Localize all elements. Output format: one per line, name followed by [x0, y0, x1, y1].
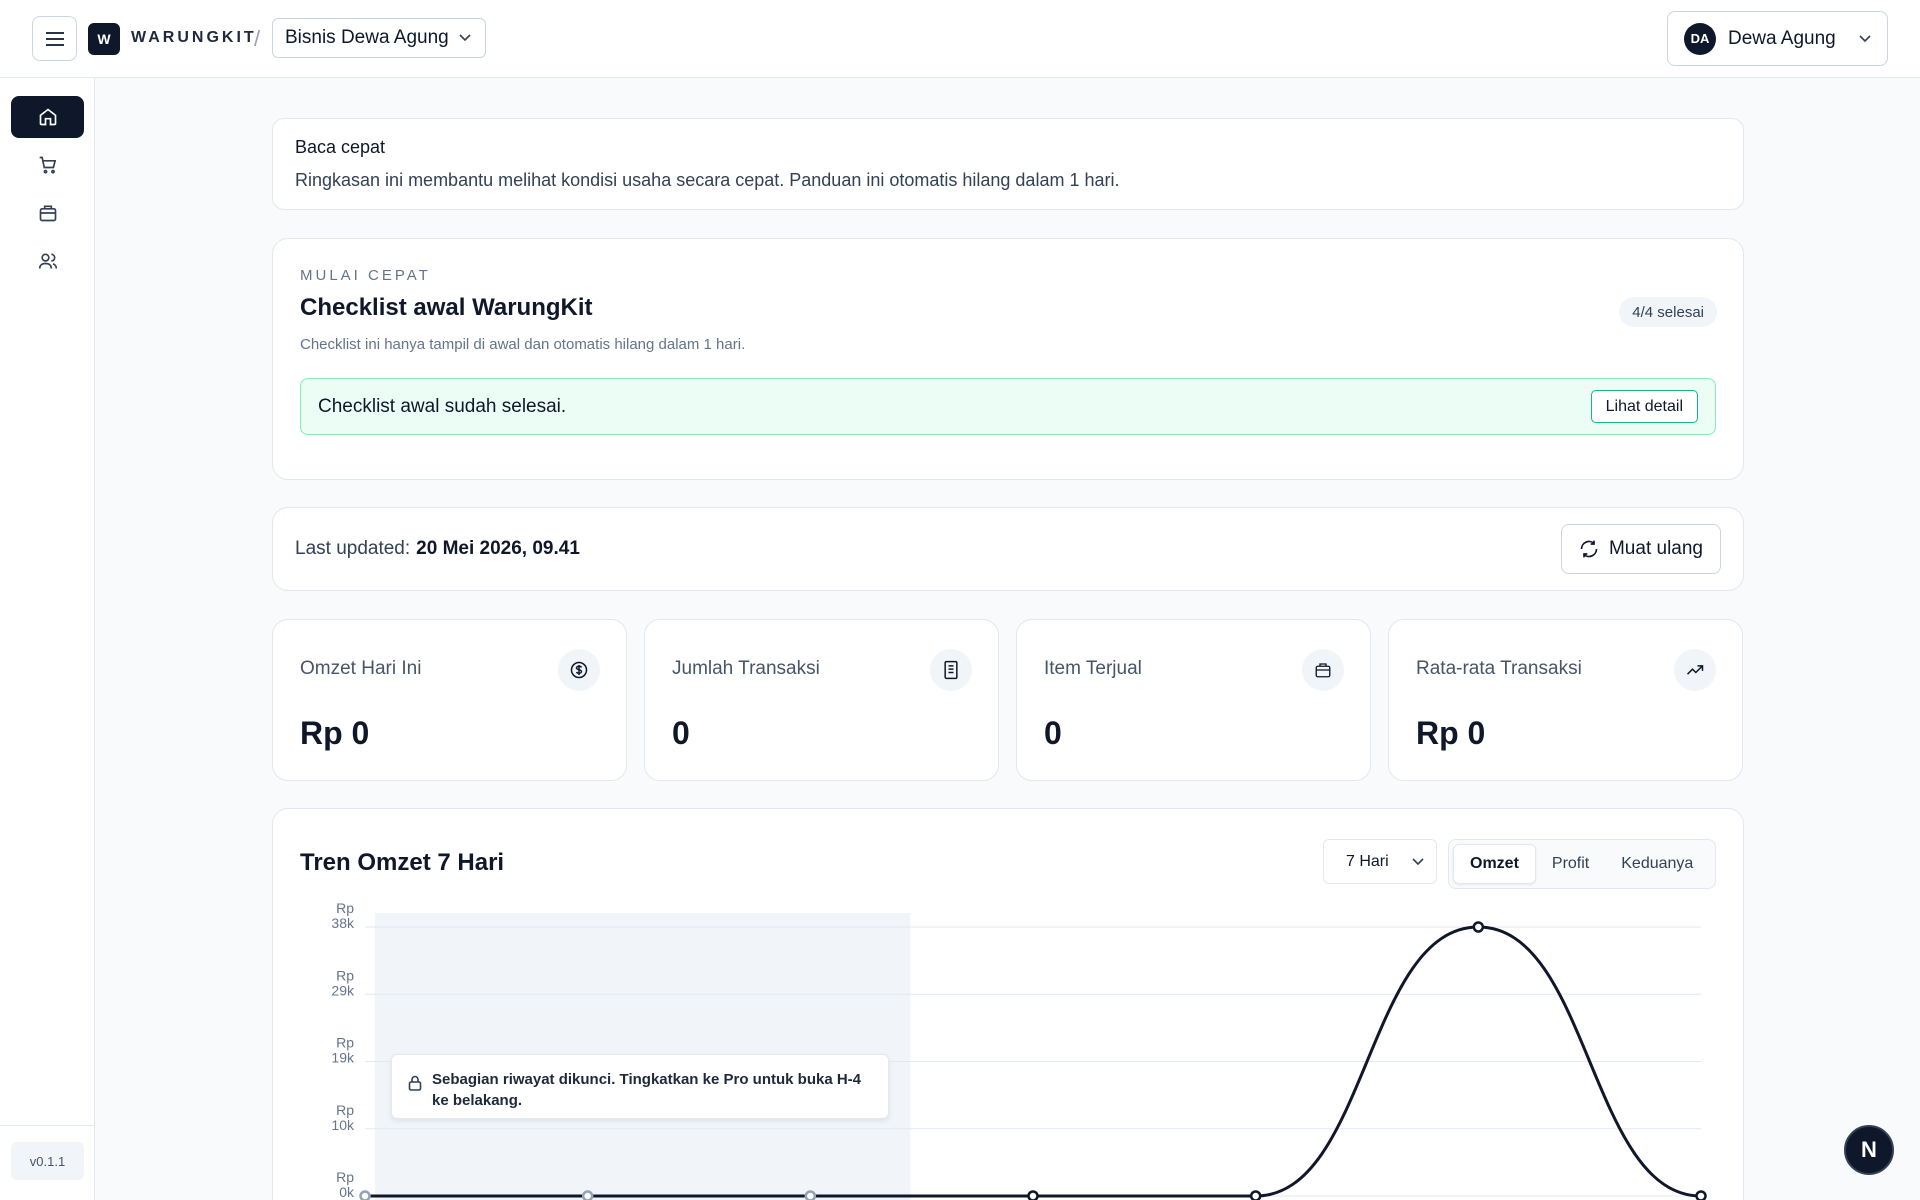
- checklist-title: Checklist awal WarungKit: [300, 294, 593, 321]
- stat-icon-wrap: [1674, 649, 1716, 691]
- stat-icon-wrap: [930, 649, 972, 691]
- data-point: [1472, 921, 1485, 933]
- checklist-progress-badge: 4/4 selesai: [1619, 297, 1717, 327]
- stat-label: Rata-rata Transaksi: [1416, 658, 1582, 679]
- last-updated-value: 20 Mei 2026, 09.41: [416, 538, 580, 559]
- dev-tools-badge[interactable]: N: [1844, 1125, 1894, 1175]
- breadcrumb-separator: /: [254, 26, 261, 51]
- version-badge: v0.1.1: [11, 1142, 84, 1180]
- view-detail-button[interactable]: Lihat detail: [1590, 390, 1698, 423]
- stat-label: Item Terjual: [1044, 658, 1142, 679]
- data-point: [1249, 1190, 1262, 1200]
- home-icon: [39, 108, 56, 126]
- checklist-subtitle: Checklist ini hanya tampil di awal dan o…: [300, 336, 746, 353]
- checklist-card: MULAI CEPAT Checklist awal WarungKit Che…: [272, 238, 1744, 480]
- sidebar-item-sales[interactable]: [11, 144, 84, 186]
- toggle-profit[interactable]: Profit: [1536, 844, 1605, 884]
- stat-card-transactions: Jumlah Transaksi 0: [644, 619, 999, 781]
- brand-logo[interactable]: W: [88, 23, 120, 55]
- data-point: [581, 1190, 594, 1200]
- data-point: [359, 1190, 371, 1200]
- stat-value: 0: [672, 715, 690, 751]
- locked-history-text: Sebagian riwayat dikunci. Tingkatkan ke …: [432, 1071, 862, 1109]
- y-tick-label: Rp 19k: [331, 1035, 355, 1066]
- stat-card-avg-transaction: Rata-rata Transaksi Rp 0: [1388, 619, 1743, 781]
- last-updated-label: Last updated:: [295, 538, 411, 559]
- sidebar-divider: [0, 1125, 95, 1126]
- y-tick-label: Rp 38k: [331, 900, 355, 931]
- locked-history-note: Sebagian riwayat dikunci. Tingkatkan ke …: [391, 1054, 889, 1119]
- checklist-done-text: Checklist awal sudah selesai.: [318, 395, 567, 417]
- user-name: Dewa Agung: [1728, 27, 1836, 49]
- last-updated-card: Last updated: 20 Mei 2026, 09.41 Muat ul…: [272, 507, 1744, 591]
- stat-card-revenue: Omzet Hari Ini Rp 0: [272, 619, 627, 781]
- hamburger-icon: [45, 31, 64, 46]
- cart-icon: [39, 156, 56, 174]
- sidebar: v0.1.1: [0, 78, 95, 1200]
- y-tick-label: Rp 10k: [331, 1102, 355, 1133]
- chevron-down-icon: [1412, 857, 1424, 865]
- stat-label: Jumlah Transaksi: [672, 658, 820, 679]
- stat-label: Omzet Hari Ini: [300, 658, 422, 679]
- range-select-value: 7 Hari: [1346, 852, 1389, 870]
- data-point: [1695, 1190, 1707, 1200]
- trend-chart-card: Rp 0k Rp 10k Rp 19k Rp 29k Rp 38k Tren Omzet 7 Ha…: [272, 808, 1744, 1200]
- brand-name[interactable]: WARUNGKIT: [131, 29, 257, 47]
- checklist-done-banner: Checklist awal sudah selesai. Lihat deta…: [300, 378, 1716, 435]
- y-tick-label: Rp 29k: [331, 967, 355, 998]
- quick-read-title: Baca cepat: [295, 137, 386, 157]
- business-selector[interactable]: Bisnis Dewa Agung: [272, 18, 486, 58]
- dollar-circle-icon: [570, 661, 588, 679]
- menu-toggle-button[interactable]: [32, 16, 77, 61]
- data-point: [804, 1190, 817, 1200]
- data-point: [1027, 1190, 1039, 1200]
- stat-icon-wrap: [1302, 649, 1344, 691]
- stat-value: Rp 0: [1416, 715, 1486, 751]
- metric-toggle: Omzet Profit Keduanya: [1448, 839, 1716, 889]
- toggle-both[interactable]: Keduanya: [1605, 844, 1709, 884]
- y-tick-label: Rp 0k: [336, 1169, 355, 1200]
- users-icon: [38, 253, 57, 269]
- lock-icon: [408, 1075, 422, 1091]
- reload-button[interactable]: Muat ulang: [1560, 524, 1721, 574]
- business-name: Bisnis Dewa Agung: [285, 27, 449, 48]
- sidebar-item-customers[interactable]: [11, 240, 84, 282]
- user-menu-button[interactable]: DA Dewa Agung: [1667, 11, 1888, 66]
- trending-up-icon: [1686, 665, 1704, 675]
- stat-icon-wrap: [558, 649, 600, 691]
- sidebar-item-home[interactable]: [11, 96, 84, 138]
- range-select[interactable]: 7 Hari: [1323, 839, 1437, 884]
- quick-read-card: Baca cepat Ringkasan ini membantu meliha…: [272, 118, 1744, 210]
- chart-title: Tren Omzet 7 Hari: [300, 849, 505, 876]
- refresh-icon: [1580, 540, 1598, 558]
- chevron-down-icon: [1859, 34, 1871, 42]
- quick-read-description: Ringkasan ini membantu melihat kondisi u…: [295, 170, 1120, 190]
- avatar: DA: [1684, 22, 1716, 55]
- sidebar-item-products[interactable]: [11, 192, 84, 234]
- stat-card-items-sold: Item Terjual 0: [1016, 619, 1371, 781]
- stat-value: 0: [1044, 715, 1062, 751]
- box-icon: [39, 205, 56, 222]
- reload-label: Muat ulang: [1608, 538, 1703, 559]
- receipt-icon: [944, 660, 958, 680]
- top-bar: W WARUNGKIT / Bisnis Dewa Agung DA Dewa …: [0, 0, 1920, 78]
- chevron-down-icon: [459, 34, 471, 42]
- bag-icon: [1315, 663, 1331, 678]
- toggle-omzet[interactable]: Omzet: [1453, 844, 1536, 884]
- checklist-eyebrow: MULAI CEPAT: [300, 267, 431, 284]
- stat-value: Rp 0: [300, 715, 370, 751]
